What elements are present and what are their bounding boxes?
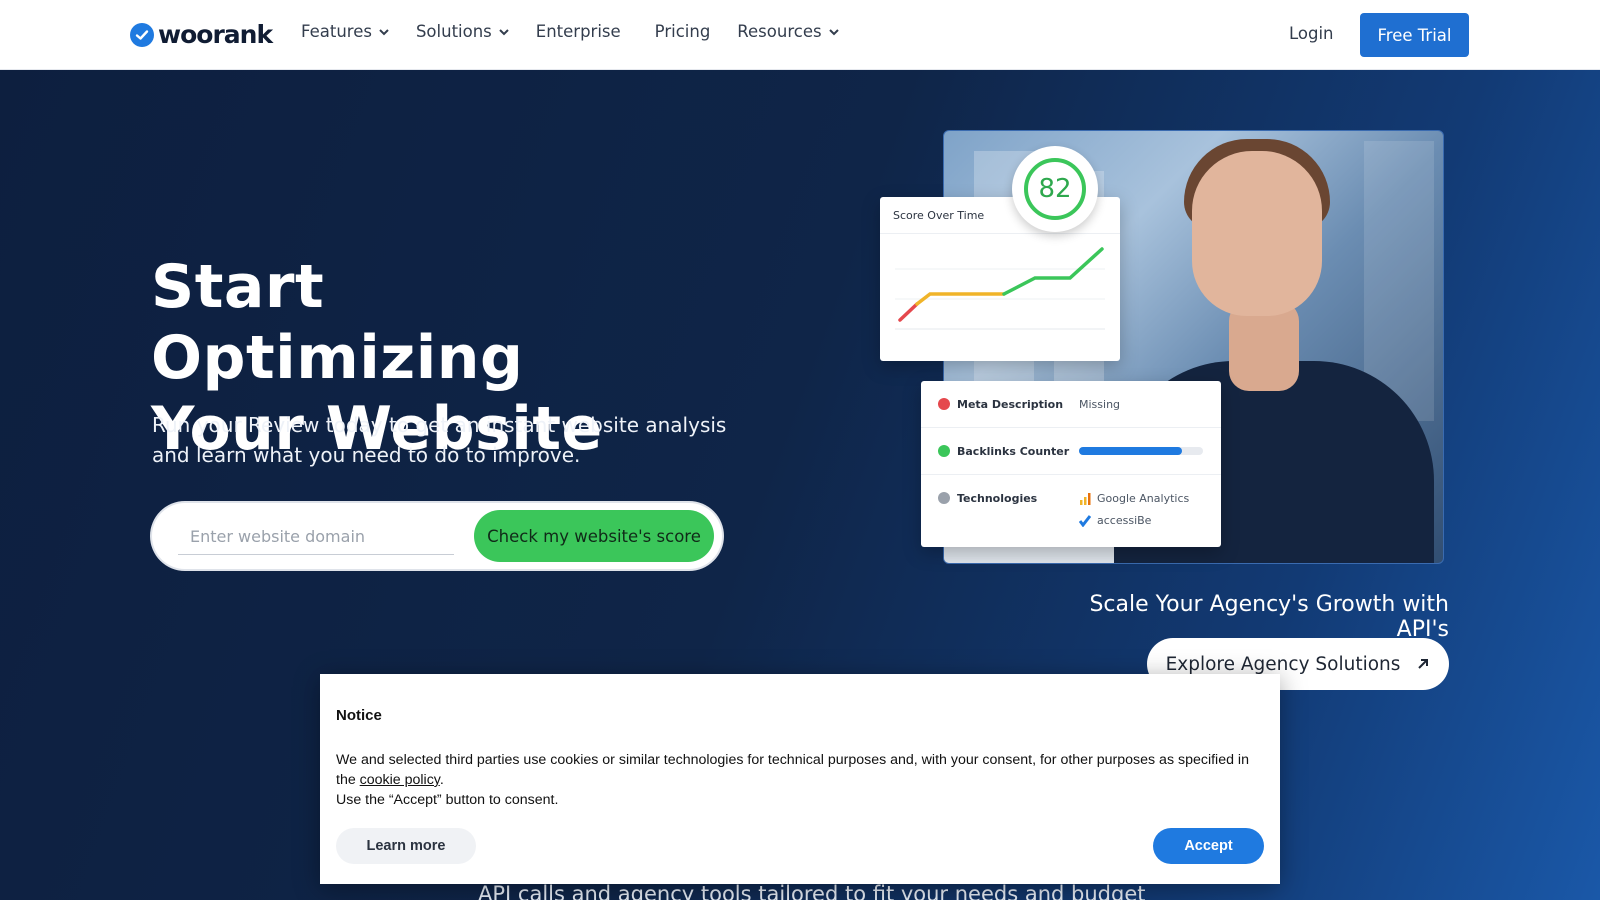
nav-pricing-label: Pricing: [654, 22, 711, 41]
notice-text-line2: Use the “Accept” button to consent.: [336, 792, 559, 808]
audit-label: Technologies: [957, 492, 1038, 505]
chevron-down-icon: [828, 28, 839, 35]
cookie-policy-link[interactable]: cookie policy: [360, 772, 440, 788]
neutral-status-icon: [938, 492, 950, 504]
nav-pricing[interactable]: Pricing: [655, 22, 711, 41]
audit-value: Missing: [1079, 398, 1121, 411]
tech-name: accessiBe: [1097, 514, 1152, 527]
nav-resources[interactable]: Resources: [737, 22, 839, 41]
tech-google-analytics: Google Analytics: [1079, 492, 1189, 505]
audit-row-technologies: Technologies Google Analytics accessiBe: [921, 475, 1221, 547]
audit-results-card: Meta Description Missing Backlinks Count…: [921, 381, 1221, 547]
analytics-bars-icon: [1080, 492, 1091, 505]
chevron-down-icon: [499, 28, 509, 35]
tech-accessibe: accessiBe: [1079, 514, 1151, 527]
audit-label: Meta Description: [957, 398, 1064, 411]
login-link[interactable]: Login: [1289, 24, 1334, 43]
backlinks-progress-bar: [1079, 447, 1203, 455]
accessibe-icon: [1079, 514, 1091, 527]
explore-agency-label: Explore Agency Solutions: [1165, 653, 1401, 675]
agency-tagline: Scale Your Agency's Growth with API's: [1089, 592, 1449, 642]
nav-enterprise[interactable]: Enterprise: [536, 22, 621, 41]
nav-features[interactable]: Features: [301, 22, 390, 41]
audit-row-backlinks: Backlinks Counter: [921, 428, 1221, 475]
score-trend-chart: [895, 247, 1105, 330]
checkmark-icon: [130, 22, 154, 47]
main-nav: Features Solutions Enterprise Pricing Re…: [301, 22, 840, 41]
nav-solutions[interactable]: Solutions: [416, 22, 510, 41]
notice-title: Notice: [336, 707, 382, 724]
success-status-icon: [938, 445, 950, 457]
top-navbar: woorank Features Solutions Enterprise Pr…: [0, 0, 1600, 70]
check-score-button[interactable]: Check my website's score: [474, 510, 714, 562]
audit-row-meta: Meta Description Missing: [921, 381, 1221, 428]
notice-text: We and selected third parties use cookie…: [336, 750, 1271, 810]
score-value: 82: [1038, 174, 1072, 204]
score-card-title: Score Over Time: [893, 209, 985, 222]
nav-resources-label: Resources: [737, 22, 822, 41]
nav-solutions-label: Solutions: [415, 22, 492, 41]
woorank-logo[interactable]: woorank: [130, 20, 273, 49]
domain-input[interactable]: [178, 519, 454, 555]
audit-label: Backlinks Counter: [957, 445, 1070, 458]
domain-search-form: Check my website's score: [152, 503, 722, 569]
notice-text-part: .: [439, 772, 444, 788]
learn-more-button[interactable]: Learn more: [336, 828, 476, 864]
error-status-icon: [938, 398, 950, 410]
backlinks-progress-fill: [1079, 447, 1182, 455]
partially-hidden-text: API calls and agency tools tailored to f…: [478, 882, 1146, 900]
notice-text-part: We and selected third parties use cookie…: [336, 752, 1249, 788]
nav-enterprise-label: Enterprise: [535, 22, 621, 41]
score-over-time-card: Score Over Time: [880, 197, 1120, 361]
accept-button[interactable]: Accept: [1153, 828, 1264, 864]
cookie-notice: Notice We and selected third parties use…: [320, 674, 1280, 884]
headline-line-1: Start Optimizing: [151, 252, 524, 393]
nav-features-label: Features: [301, 22, 372, 41]
score-badge: 82: [1012, 146, 1098, 232]
hero-subline: Run your Review today to get an instant …: [152, 413, 727, 467]
free-trial-button[interactable]: Free Trial: [1360, 13, 1469, 57]
tech-name: Google Analytics: [1097, 492, 1190, 505]
logo-text: woorank: [158, 20, 273, 49]
arrow-up-right-icon: [1418, 659, 1429, 669]
chevron-down-icon: [379, 28, 389, 35]
